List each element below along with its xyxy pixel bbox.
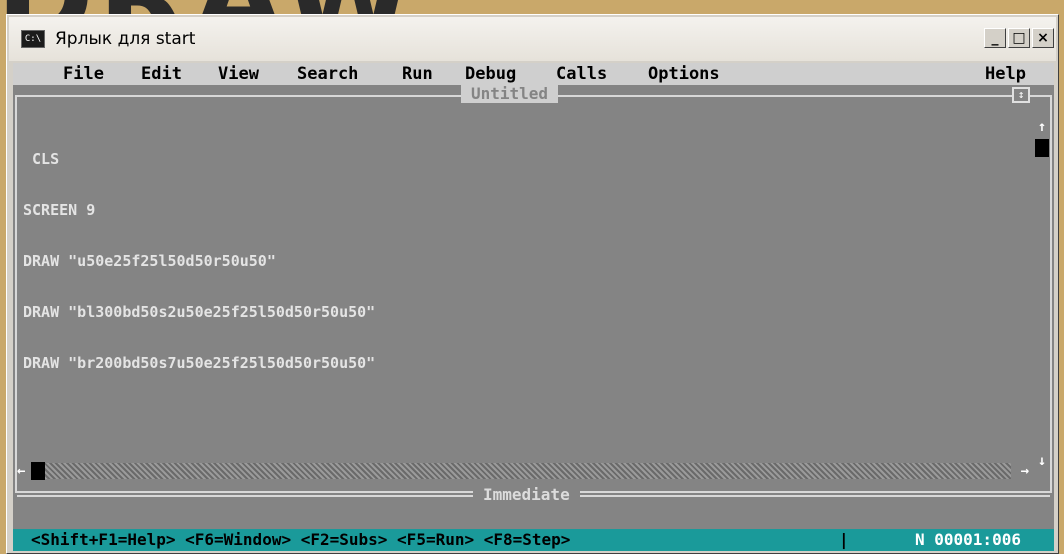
close-button[interactable]: × (1032, 28, 1054, 48)
horizontal-scroll-track[interactable] (45, 463, 1011, 479)
scroll-up-icon[interactable]: ↑ (1034, 119, 1050, 135)
status-bar: <Shift+F1=Help> <F6=Window> <F2=Subs> <F… (13, 529, 1054, 551)
menu-run[interactable]: Run (402, 64, 433, 84)
menu-file[interactable]: File (63, 64, 104, 84)
maximize-button[interactable]: □ (1008, 28, 1030, 48)
minimize-button[interactable]: _ (984, 28, 1006, 48)
vertical-scroll-thumb[interactable] (1035, 139, 1049, 157)
window-title: Ярлык для start (55, 29, 196, 49)
scroll-right-icon[interactable]: → (1011, 463, 1029, 479)
code-line: SCREEN 9 (23, 201, 96, 219)
console-icon: C:\ (21, 30, 45, 48)
cursor-position: N 00001:006 (915, 530, 1021, 549)
horizontal-scrollbar[interactable]: ← → (17, 462, 1029, 480)
menu-help[interactable]: Help (985, 64, 1026, 84)
console-window: C:\ Ярлык для start _ □ × File Edit View… (6, 14, 1059, 554)
code-line: CLS (23, 150, 60, 168)
menu-search[interactable]: Search (297, 64, 358, 84)
menu-debug[interactable]: Debug (465, 64, 516, 84)
status-hints: <Shift+F1=Help> <F6=Window> <F2=Subs> <F… (31, 530, 571, 549)
horizontal-scroll-thumb[interactable] (31, 462, 45, 480)
menu-options[interactable]: Options (648, 64, 720, 84)
code-line: DRAW "br200bd50s7u50e25f25l50d50r50u50" (23, 354, 376, 372)
menu-edit[interactable]: Edit (141, 64, 182, 84)
menu-bar: File Edit View Search Run Debug Calls Op… (13, 63, 1054, 85)
maximize-pane-icon[interactable]: ↕ (1012, 87, 1030, 103)
code-line: DRAW "bl300bd50s2u50e25f25l50d50r50u50" (23, 303, 376, 321)
scroll-left-icon[interactable]: ← (17, 463, 31, 479)
title-bar[interactable]: C:\ Ярлык для start _ □ × (9, 17, 1056, 61)
editor-title: Untitled (461, 85, 559, 103)
menu-view[interactable]: View (218, 64, 259, 84)
scroll-down-icon[interactable]: ↓ (1034, 453, 1050, 469)
code-line: DRAW "u50e25f25l50d50r50u50" (23, 252, 276, 270)
immediate-title: Immediate (473, 486, 580, 504)
menu-calls[interactable]: Calls (556, 64, 607, 84)
code-area[interactable]: CLS SCREEN 9 DRAW "u50e25f25l50d50r50u50… (23, 117, 375, 406)
status-separator: | (839, 530, 849, 549)
qbasic-screen: File Edit View Search Run Debug Calls Op… (13, 63, 1054, 551)
vertical-scrollbar[interactable]: ↑ ↓ (1034, 119, 1050, 469)
